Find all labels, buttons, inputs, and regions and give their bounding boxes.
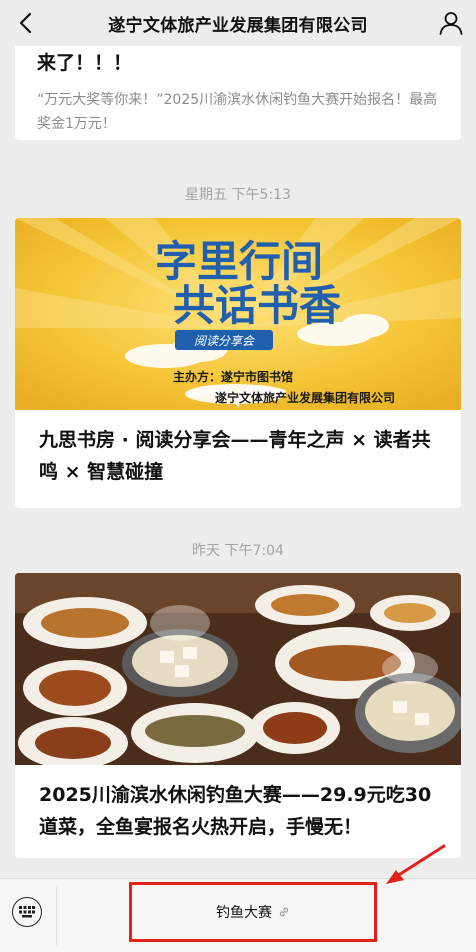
article-cover-image (15, 573, 461, 765)
cover-tag: 阅读分享会 (194, 334, 256, 348)
message-timestamp: 昨天 下午7:04 (192, 543, 284, 559)
article-cover-image: 字里行间 共话书香 阅读分享会 主办方：遂宁市图书馆 遂宁文体旅产业发展集团有限… (15, 218, 461, 410)
article-card[interactable]: 字里行间 共话书香 阅读分享会 主办方：遂宁市图书馆 遂宁文体旅产业发展集团有限… (15, 218, 461, 508)
cover-title-line2: 共话书香 (173, 281, 341, 330)
article-title: 九思书房 · 阅读分享会——青年之声 × 读者共鸣 × 智慧碰撞 (39, 429, 431, 483)
pointer-arrow-icon (386, 844, 446, 884)
divider (56, 887, 57, 945)
link-icon (279, 907, 289, 917)
message-timestamp: 星期五 下午5:13 (185, 187, 291, 203)
person-icon (439, 12, 463, 35)
cover-organizer: 主办方：遂宁市图书馆 (173, 369, 293, 384)
keyboard-toggle-button[interactable] (12, 897, 42, 927)
article-description: “万元大奖等你来！”2025川渝滨水休闲钓鱼大赛开始报名！最高奖金1万元！ (37, 92, 438, 132)
article-card[interactable]: 2025川渝滨水休闲钓鱼大赛——29.9元吃30道菜，全鱼宴报名火热开启，手慢无… (15, 573, 461, 858)
cover-title-line1: 字里行间 (155, 237, 323, 286)
menu-item-label: 钓鱼大赛 (216, 905, 272, 921)
profile-button[interactable] (436, 8, 466, 38)
back-button[interactable] (10, 8, 40, 38)
page-title: 遂宁文体旅产业发展集团有限公司 (108, 15, 368, 36)
keyboard-icon (19, 906, 35, 918)
cover-organizer2: 遂宁文体旅产业发展集团有限公司 (215, 390, 395, 405)
menu-item-fishing-contest[interactable]: 钓鱼大赛 (130, 881, 376, 943)
article-card[interactable]: 来了！！！ “万元大奖等你来！”2025川渝滨水休闲钓鱼大赛开始报名！最高奖金1… (15, 34, 461, 140)
back-arrow-icon (19, 12, 32, 34)
top-bar: 遂宁文体旅产业发展集团有限公司 (0, 0, 476, 46)
article-title: 2025川渝滨水休闲钓鱼大赛——29.9元吃30道菜，全鱼宴报名火热开启，手慢无… (39, 784, 432, 838)
article-headline: 来了！！！ (37, 52, 133, 74)
